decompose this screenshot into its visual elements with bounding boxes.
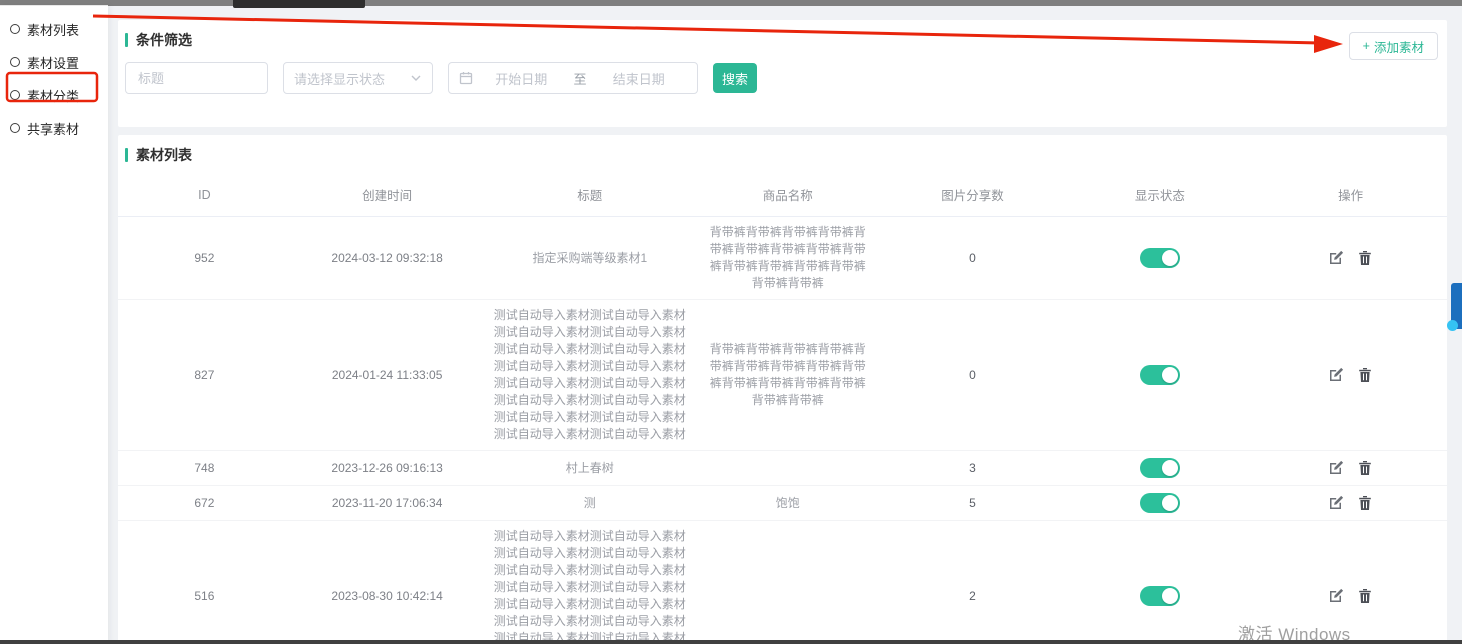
top-chrome-strip xyxy=(0,0,1462,6)
cell-title: 村上春树 xyxy=(483,451,696,486)
delete-icon[interactable] xyxy=(1357,367,1373,383)
table-row: 952 2024-03-12 09:32:18 指定采购端等级素材1 背带裤背带… xyxy=(118,217,1447,300)
cell-product: 背带裤背带裤背带裤背带裤背带裤背带裤背带裤背带裤背带裤背带裤背带裤背带裤背带裤背… xyxy=(696,300,879,451)
toggle-knob xyxy=(1162,460,1178,476)
cell-shares: 0 xyxy=(879,300,1065,451)
delete-icon[interactable] xyxy=(1357,495,1373,511)
cell-id: 827 xyxy=(118,300,291,451)
filter-controls-row: 请选择显示状态 开始日期 至 结束日期 搜索 xyxy=(125,62,757,94)
cell-id: 516 xyxy=(118,521,291,644)
bottom-taskbar-edge xyxy=(0,640,1462,644)
date-range-picker[interactable]: 开始日期 至 结束日期 xyxy=(448,62,698,94)
cell-created: 2023-11-20 17:06:34 xyxy=(291,486,484,521)
sidebar-item-label: 素材分类 xyxy=(27,86,79,105)
cell-id: 952 xyxy=(118,217,291,300)
toggle-knob xyxy=(1162,588,1178,604)
edit-icon[interactable] xyxy=(1328,460,1344,476)
col-header-created: 创建时间 xyxy=(291,175,484,217)
cell-shares: 3 xyxy=(879,451,1065,486)
date-start-placeholder: 开始日期 xyxy=(473,69,570,88)
table-header-row: ID 创建时间 标题 商品名称 图片分享数 显示状态 操作 xyxy=(118,175,1447,217)
delete-icon[interactable] xyxy=(1357,250,1373,266)
cell-created: 2023-12-26 09:16:13 xyxy=(291,451,484,486)
cell-product: 背带裤背带裤背带裤背带裤背带裤背带裤背带裤背带裤背带裤背带裤背带裤背带裤背带裤背… xyxy=(696,217,879,300)
radio-circle-icon xyxy=(10,90,20,100)
edit-icon[interactable] xyxy=(1328,588,1344,604)
section-accent-bar xyxy=(125,33,128,47)
sidebar-item-material-list[interactable]: 素材列表 xyxy=(10,17,108,41)
radio-circle-icon xyxy=(10,57,20,67)
floating-widget[interactable] xyxy=(1451,283,1462,329)
date-end-placeholder: 结束日期 xyxy=(591,69,688,88)
status-select[interactable]: 请选择显示状态 xyxy=(283,62,433,94)
radio-circle-icon xyxy=(10,123,20,133)
status-select-placeholder: 请选择显示状态 xyxy=(294,69,385,88)
search-button[interactable]: 搜索 xyxy=(713,63,757,93)
filter-card: 条件筛选 请选择显示状态 开始日期 至 结束日期 搜索 + 添加素材 xyxy=(118,20,1447,127)
sidebar-item-material-settings[interactable]: 素材设置 xyxy=(10,50,108,74)
title-search-input[interactable] xyxy=(125,62,268,94)
material-table: ID 创建时间 标题 商品名称 图片分享数 显示状态 操作 952 2024-0… xyxy=(118,175,1447,644)
display-status-toggle[interactable] xyxy=(1140,365,1180,385)
edit-icon[interactable] xyxy=(1328,367,1344,383)
table-row: 827 2024-01-24 11:33:05 测试自动导入素材测试自动导入素材… xyxy=(118,300,1447,451)
cell-product: 饱饱 xyxy=(696,486,879,521)
sidebar-item-material-category[interactable]: 素材分类 xyxy=(10,83,108,107)
cell-created: 2024-01-24 11:33:05 xyxy=(291,300,484,451)
edit-icon[interactable] xyxy=(1328,250,1344,266)
filter-section-title: 条件筛选 xyxy=(136,30,192,50)
calendar-icon xyxy=(459,71,473,85)
date-separator: 至 xyxy=(570,69,591,88)
cell-id: 748 xyxy=(118,451,291,486)
cell-title: 测 xyxy=(483,486,696,521)
list-section-head: 素材列表 xyxy=(118,135,1447,165)
col-header-product: 商品名称 xyxy=(696,175,879,217)
cell-shares: 5 xyxy=(879,486,1065,521)
sidebar-item-label: 素材列表 xyxy=(27,20,79,39)
sidebar: 素材列表 素材设置 素材分类 共享素材 xyxy=(0,5,108,644)
cell-id: 672 xyxy=(118,486,291,521)
sidebar-item-label: 共享素材 xyxy=(27,119,79,138)
cell-created: 2023-08-30 10:42:14 xyxy=(291,521,484,644)
delete-icon[interactable] xyxy=(1357,460,1373,476)
radio-circle-icon xyxy=(10,24,20,34)
cell-title: 测试自动导入素材测试自动导入素材测试自动导入素材测试自动导入素材测试自动导入素材… xyxy=(483,521,696,644)
display-status-toggle[interactable] xyxy=(1140,248,1180,268)
list-section-title: 素材列表 xyxy=(136,145,192,165)
cell-product xyxy=(696,451,879,486)
add-material-button[interactable]: + 添加素材 xyxy=(1349,32,1438,60)
display-status-toggle[interactable] xyxy=(1140,493,1180,513)
display-status-toggle[interactable] xyxy=(1140,586,1180,606)
sidebar-item-label: 素材设置 xyxy=(27,53,79,72)
plus-icon: + xyxy=(1363,39,1370,53)
toggle-knob xyxy=(1162,250,1178,266)
col-header-status: 显示状态 xyxy=(1066,175,1255,217)
chevron-down-icon xyxy=(410,72,422,84)
cell-shares: 2 xyxy=(879,521,1065,644)
cell-created: 2024-03-12 09:32:18 xyxy=(291,217,484,300)
col-header-shares: 图片分享数 xyxy=(879,175,1065,217)
widget-dot-icon xyxy=(1447,320,1458,331)
col-header-id: ID xyxy=(118,175,291,217)
material-list-card: 素材列表 ID 创建时间 标题 商品名称 图片分享数 显示状态 操作 952 2… xyxy=(118,135,1447,644)
cell-title: 测试自动导入素材测试自动导入素材测试自动导入素材测试自动导入素材测试自动导入素材… xyxy=(483,300,696,451)
toggle-knob xyxy=(1162,495,1178,511)
table-row: 672 2023-11-20 17:06:34 测 饱饱 5 xyxy=(118,486,1447,521)
edit-icon[interactable] xyxy=(1328,495,1344,511)
sidebar-item-shared-material[interactable]: 共享素材 xyxy=(10,116,108,140)
cell-shares: 0 xyxy=(879,217,1065,300)
display-status-toggle[interactable] xyxy=(1140,458,1180,478)
add-material-label: 添加素材 xyxy=(1374,37,1424,56)
delete-icon[interactable] xyxy=(1357,588,1373,604)
col-header-title: 标题 xyxy=(483,175,696,217)
col-header-actions: 操作 xyxy=(1254,175,1447,217)
cell-product xyxy=(696,521,879,644)
cell-title: 指定采购端等级素材1 xyxy=(483,217,696,300)
toggle-knob xyxy=(1162,367,1178,383)
table-row: 748 2023-12-26 09:16:13 村上春树 3 xyxy=(118,451,1447,486)
top-chrome-cutoff-text xyxy=(233,0,365,8)
section-accent-bar xyxy=(125,148,128,162)
filter-section-head: 条件筛选 xyxy=(118,20,1447,50)
